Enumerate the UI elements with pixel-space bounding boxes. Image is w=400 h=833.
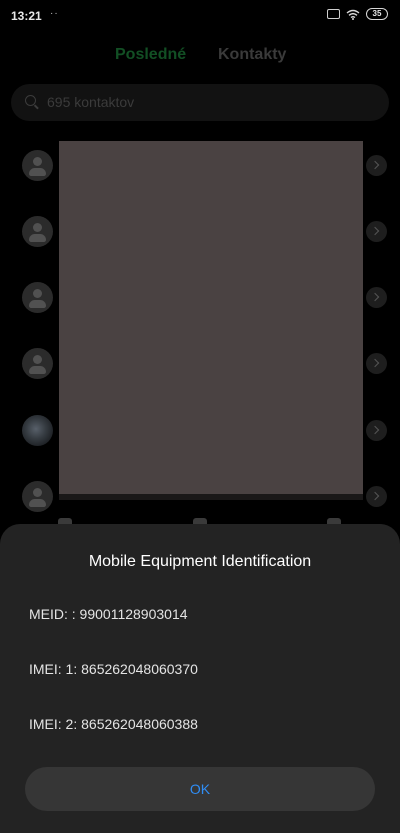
tab-kontakty[interactable]: Kontakty <box>218 46 286 64</box>
meid-line: MEID: : 99001128903014 <box>29 606 188 622</box>
chevron-right-icon[interactable] <box>366 353 387 374</box>
default-avatar-icon <box>22 216 53 247</box>
search-bar[interactable]: 695 kontaktov <box>11 84 389 121</box>
tab-bar: Posledné Kontakty <box>0 46 400 74</box>
chevron-right-icon[interactable] <box>366 155 387 176</box>
search-icon <box>25 95 36 106</box>
chevron-right-icon[interactable] <box>366 221 387 242</box>
chevron-right-icon[interactable] <box>366 287 387 308</box>
redaction-block <box>59 141 363 494</box>
chevron-right-icon[interactable] <box>366 486 387 507</box>
meid-dialog: Mobile Equipment Identification MEID: : … <box>0 524 400 833</box>
default-avatar-icon <box>22 150 53 181</box>
search-input[interactable]: 695 kontaktov <box>47 94 134 110</box>
ok-button[interactable]: OK <box>25 767 375 811</box>
default-avatar-icon <box>22 348 53 379</box>
tab-posledne[interactable]: Posledné <box>115 46 186 64</box>
imei-2-line: IMEI: 2: 865262048060388 <box>29 716 198 732</box>
dialog-title: Mobile Equipment Identification <box>88 553 312 570</box>
default-avatar-icon <box>22 282 53 313</box>
imei-1-line: IMEI: 1: 865262048060370 <box>29 661 198 677</box>
chevron-right-icon[interactable] <box>366 420 387 441</box>
redaction-edge <box>59 494 363 500</box>
default-avatar-icon <box>22 481 53 512</box>
photo-avatar <box>22 415 53 446</box>
